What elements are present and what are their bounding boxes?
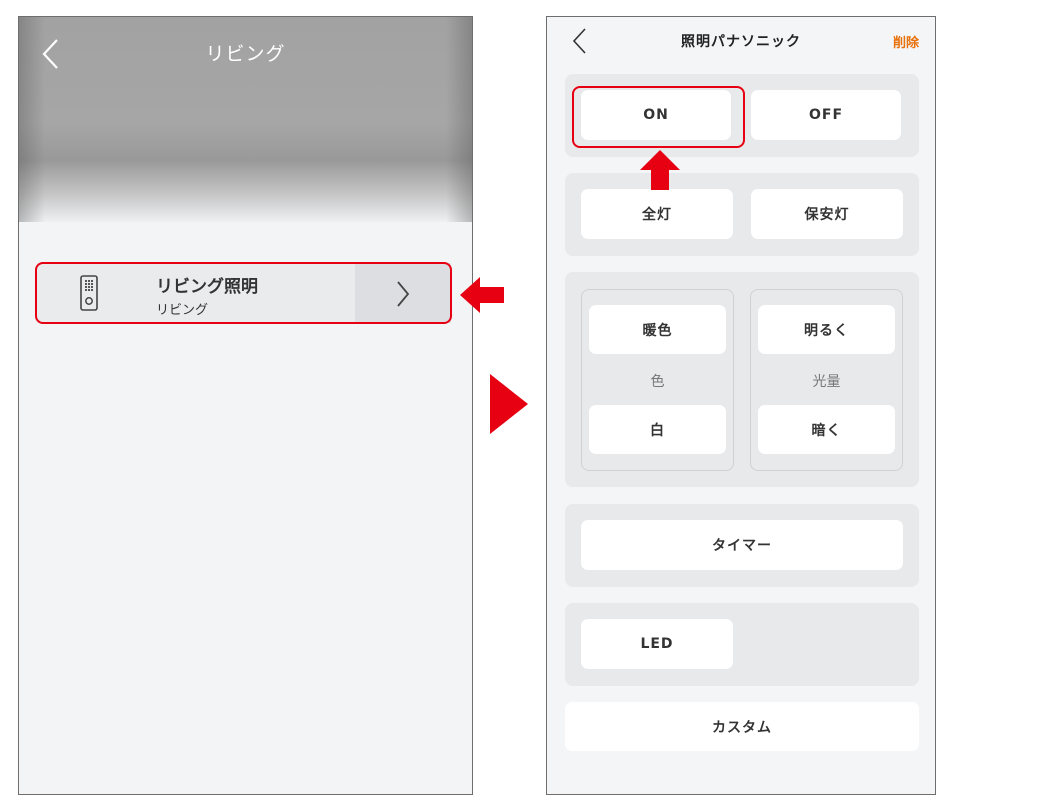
red-left-arrow-icon [460, 277, 504, 313]
full-light-button[interactable]: 全灯 [581, 189, 733, 239]
led-group: LED [565, 603, 919, 686]
room-header: リビング [19, 17, 472, 222]
brighter-button[interactable]: 明るく [758, 305, 895, 354]
room-screen: リビング リビング照明 リビング [18, 16, 473, 795]
night-light-button[interactable]: 保安灯 [751, 189, 903, 239]
off-button[interactable]: OFF [751, 90, 901, 140]
next-step-triangle-icon [490, 374, 528, 434]
light-mode-group: 全灯 保安灯 [565, 173, 919, 256]
red-up-arrow-icon [640, 150, 680, 190]
page-title: リビング [205, 43, 286, 65]
custom-button[interactable]: カスタム [565, 702, 919, 751]
adjust-group: 暖色 色 白 明るく 光量 暗く [565, 272, 919, 487]
page-title: 照明パナソニック [681, 34, 801, 50]
warm-color-button[interactable]: 暖色 [589, 305, 726, 354]
delete-button[interactable]: 削除 [893, 32, 919, 51]
color-label: 色 [650, 374, 665, 390]
brightness-subgroup: 明るく 光量 暗く [750, 289, 903, 471]
led-button[interactable]: LED [581, 619, 733, 669]
nav-bar: 照明パナソニック 削除 [547, 17, 935, 65]
brightness-label: 光量 [812, 374, 841, 390]
color-subgroup: 暖色 色 白 [581, 289, 734, 471]
white-color-button[interactable]: 白 [589, 405, 726, 454]
highlight-frame-on-button [572, 86, 745, 148]
timer-button[interactable]: タイマー [581, 520, 903, 570]
darker-button[interactable]: 暗く [758, 405, 895, 454]
highlight-frame-device [35, 262, 452, 324]
timer-group: タイマー [565, 504, 919, 587]
